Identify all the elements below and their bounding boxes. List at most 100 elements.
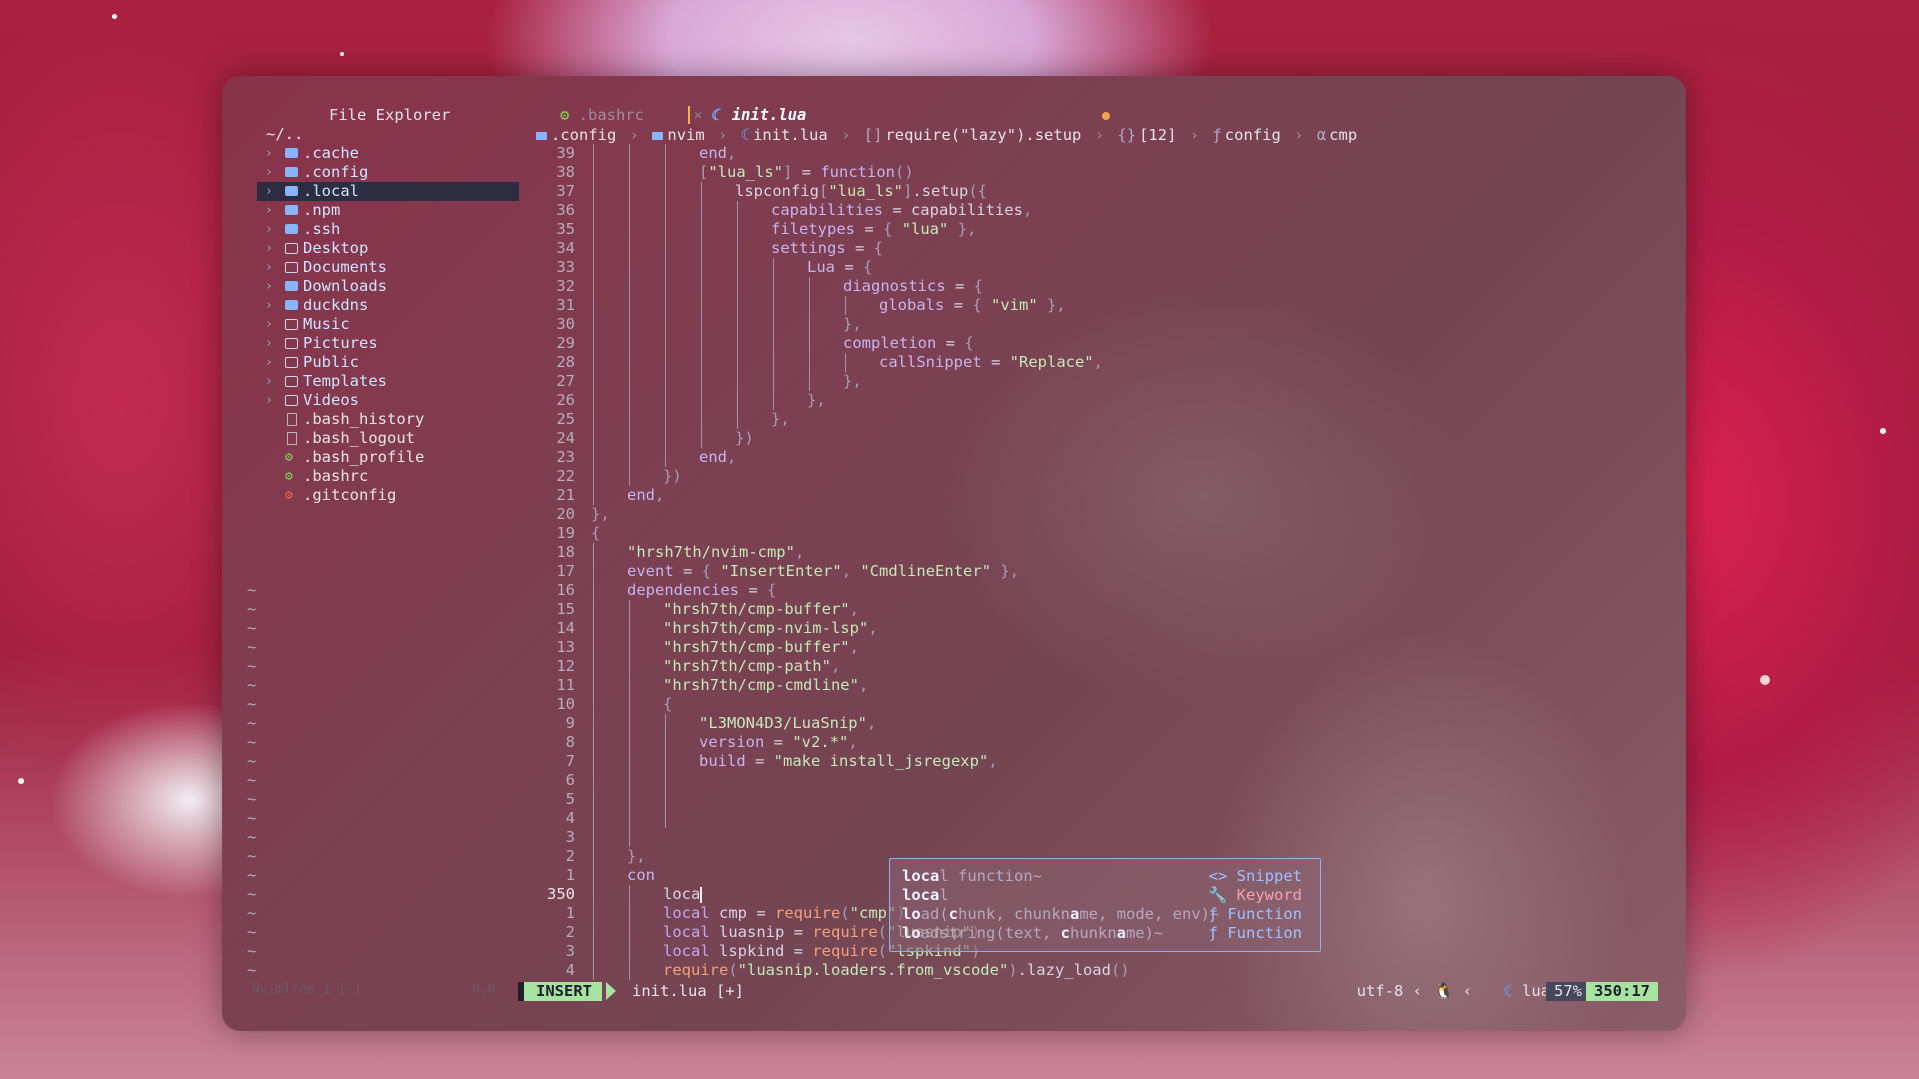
code-line[interactable]: 12 "hrsh7th/cmp-path", [522, 657, 1672, 676]
code-line[interactable]: 24}) [522, 429, 1672, 448]
line-number: 21 [556, 486, 575, 504]
chevron-right-icon[interactable]: › [265, 258, 273, 277]
breadcrumb-setup[interactable]: require("lazy").setup [885, 126, 1081, 144]
tree-item[interactable]: › Desktop [222, 239, 522, 258]
code-editor[interactable]: 39 end, 38 ["lua_ls"] = function() 37 lspconf… [522, 144, 1672, 982]
code-line[interactable]: 19 { [522, 524, 1672, 543]
code-line[interactable]: 8 version = "v2.*", [522, 733, 1672, 752]
code-line[interactable]: 6 [522, 771, 1672, 790]
code-line[interactable]: 3 [522, 828, 1672, 847]
tree-item[interactable]: .bash_logout [222, 429, 522, 448]
breadcrumb-cmp[interactable]: cmp [1329, 126, 1357, 144]
code-line[interactable]: 15 "hrsh7th/cmp-buffer", [522, 600, 1672, 619]
tree-item[interactable]: › .local [257, 182, 519, 201]
chevron-right-icon[interactable]: › [265, 353, 273, 372]
tree-item[interactable]: › Public [222, 353, 522, 372]
close-icon[interactable]: × [693, 106, 702, 124]
code-line[interactable]: 35 filetypes = { "lua" }, [522, 220, 1672, 239]
completion-item[interactable]: loadstring(text, chunkname)~ ƒ Function [902, 924, 1312, 943]
file-explorer-root[interactable]: ~/.. [266, 125, 303, 143]
tree-item[interactable]: › Downloads [222, 277, 522, 296]
code-text: local cmp = require("cmp") [663, 904, 906, 922]
code-line[interactable]: 21 end, [522, 486, 1672, 505]
code-line[interactable]: 10 { [522, 695, 1672, 714]
code-line[interactable]: 9 "L3MON4D3/LuaSnip", [522, 714, 1672, 733]
code-line[interactable]: 14 "hrsh7th/cmp-nvim-lsp", [522, 619, 1672, 638]
chevron-right-icon[interactable]: › [265, 144, 273, 163]
chevron-right-icon[interactable]: › [265, 239, 273, 258]
tab-bashrc[interactable]: ⚙ .bashrc × [560, 106, 703, 125]
code-line[interactable]: 18 "hrsh7th/nvim-cmp", [522, 543, 1672, 562]
code-line[interactable]: 27}, [522, 372, 1672, 391]
modified-dot-icon[interactable] [1102, 112, 1110, 120]
breadcrumb-index[interactable]: [12] [1139, 126, 1176, 144]
buffer-tabs: ⚙ .bashrc × ☾ init.lua [522, 106, 1672, 125]
code-line[interactable]: 37 lspconfig["lua_ls"].setup({ [522, 182, 1672, 201]
chevron-right-icon[interactable]: › [265, 334, 273, 353]
chevron-right-icon[interactable]: › [265, 220, 273, 239]
folder-icon [285, 201, 298, 221]
tree-item[interactable]: ⚙ .gitconfig [222, 486, 522, 505]
code-line[interactable]: 4 [522, 809, 1672, 828]
code-line[interactable]: 16 dependencies = { [522, 581, 1672, 600]
chevron-right-icon[interactable]: › [265, 182, 273, 201]
code-line[interactable]: 33 Lua = { [522, 258, 1672, 277]
code-line[interactable]: 31 globals = { "vim" }, [522, 296, 1672, 315]
tab-init-lua[interactable]: ☾ init.lua [710, 106, 806, 125]
chevron-right-icon[interactable]: › [265, 391, 273, 410]
code-line[interactable]: 11 "hrsh7th/cmp-cmdline", [522, 676, 1672, 695]
code-line[interactable]: 26}, [522, 391, 1672, 410]
code-line[interactable]: 4 require("luasnip.loaders.from_vscode").… [522, 961, 1672, 980]
breadcrumb-file[interactable]: init.lua [753, 126, 828, 144]
code-line[interactable]: 23 end, [522, 448, 1672, 467]
completion-item[interactable]: local function~ <> Snippet [902, 867, 1312, 886]
tree-item[interactable]: › Videos [222, 391, 522, 410]
code-line[interactable]: 7 build = "make install_jsregexp", [522, 752, 1672, 771]
code-line[interactable]: 22}) [522, 467, 1672, 486]
tree-item[interactable]: ⚙ .bash_profile [222, 448, 522, 467]
code-line[interactable]: 38 ["lua_ls"] = function() [522, 163, 1672, 182]
tree-item[interactable]: › Templates [222, 372, 522, 391]
tree-item[interactable]: › Documents [222, 258, 522, 277]
chevron-right-icon[interactable]: › [265, 372, 273, 391]
tree-item[interactable]: › .ssh [222, 220, 522, 239]
tree-item[interactable]: › Music [222, 315, 522, 334]
tree-item[interactable]: › .config [222, 163, 522, 182]
code-line[interactable]: 25}, [522, 410, 1672, 429]
code-line[interactable]: 17 event = { "InsertEnter", "CmdlineEnter… [522, 562, 1672, 581]
completion-item[interactable]: load(chunk, chunkname, mode, env)~ ƒ Func… [902, 905, 1312, 924]
code-line[interactable]: 32 diagnostics = { [522, 277, 1672, 296]
tree-item[interactable]: .bash_history [222, 410, 522, 429]
indent-guide [629, 391, 630, 410]
indent-guide [593, 239, 594, 258]
breadcrumb-config-fn[interactable]: config [1225, 126, 1281, 144]
code-line[interactable]: 36 capabilities = capabilities, [522, 201, 1672, 220]
chevron-right-icon[interactable]: › [265, 296, 273, 315]
mode-separator-icon [606, 982, 616, 1000]
line-number: 8 [565, 733, 575, 751]
code-line[interactable]: 5 [522, 790, 1672, 809]
tree-item[interactable]: › .npm [222, 201, 522, 220]
code-line[interactable]: 28 callSnippet = "Replace", [522, 353, 1672, 372]
code-line[interactable]: 29 completion = { [522, 334, 1672, 353]
chevron-right-icon[interactable]: › [265, 277, 273, 296]
line-number: 2 [565, 923, 575, 941]
chevron-right-icon[interactable]: › [265, 315, 273, 334]
tab-label: .bashrc [578, 106, 645, 124]
code-line[interactable]: 30}, [522, 315, 1672, 334]
code-line[interactable]: 13 "hrsh7th/cmp-buffer", [522, 638, 1672, 657]
breadcrumb-config[interactable]: .config [551, 126, 616, 144]
tree-item[interactable]: ⚙ .bashrc [222, 467, 522, 486]
indent-guide [593, 733, 594, 752]
tree-item[interactable]: › .cache [222, 144, 522, 163]
completion-item[interactable]: local 🔧 Keyword [902, 886, 1312, 905]
code-line[interactable]: 39 end, [522, 144, 1672, 163]
tree-item[interactable]: › duckdns [222, 296, 522, 315]
line-number: 3 [565, 828, 575, 846]
tree-item[interactable]: › Pictures [222, 334, 522, 353]
breadcrumb-nvim[interactable]: nvim [667, 126, 704, 144]
chevron-right-icon[interactable]: › [265, 163, 273, 182]
chevron-right-icon[interactable]: › [265, 201, 273, 220]
code-line[interactable]: 20}, [522, 505, 1672, 524]
code-line[interactable]: 34 settings = { [522, 239, 1672, 258]
